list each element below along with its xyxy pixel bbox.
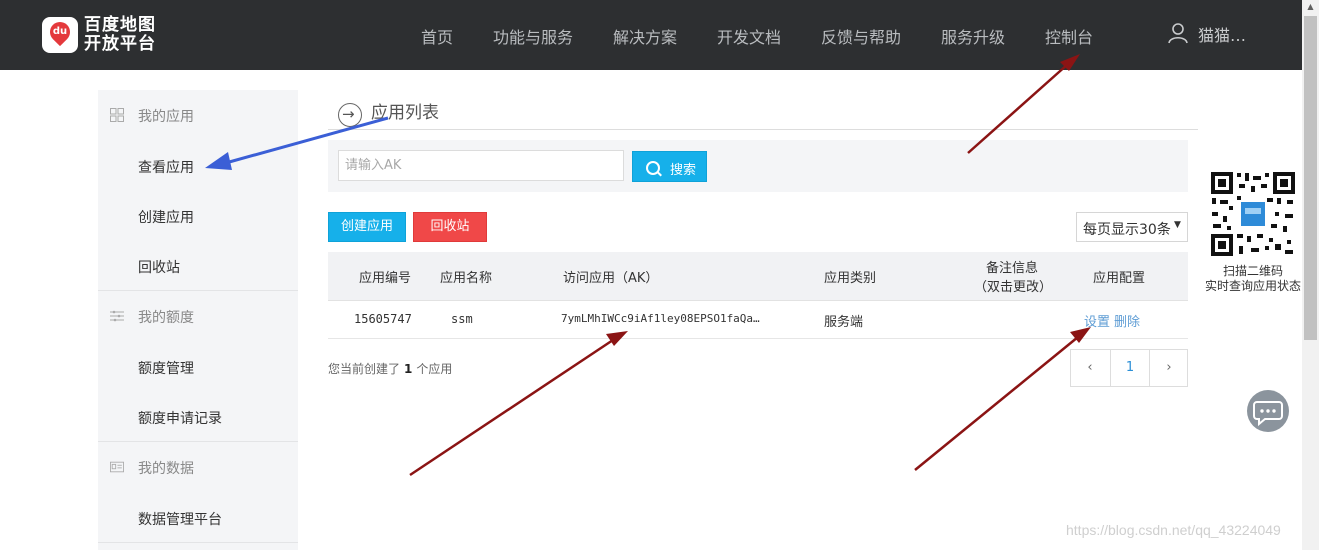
qr-code-icon [1209,170,1297,258]
page-size-select[interactable]: 每页显示30条 ▼ [1076,212,1188,242]
col-config: 应用配置 [1093,271,1146,286]
cell-app-id: 15605747 [354,312,412,326]
col-category: 应用类别 [824,271,877,286]
id-card-icon [110,461,124,473]
sidebar-item-recycle-bin[interactable]: 回收站 [138,257,180,277]
page-size-value: 每页显示30条 [1083,222,1171,238]
sidebar: 我的应用 查看应用 创建应用 回收站 我的额度 额度管理 额度申请记录 我的数据… [98,90,298,550]
recycle-bin-button[interactable]: 回收站 [413,212,487,242]
col-app-name: 应用名称 [440,271,493,286]
red-arrow-to-settings [914,336,1079,471]
pagination: ‹ 1 › [1070,349,1188,387]
next-page-button[interactable]: › [1150,350,1188,386]
sidebar-item-create-app[interactable]: 创建应用 [138,207,194,227]
row-divider [328,338,1188,339]
scroll-up-arrow-icon[interactable]: ▲ [1302,0,1319,14]
qr-caption-line-1: 扫描二维码 [1222,264,1283,278]
nav-features[interactable]: 功能与服务 [493,24,573,48]
baidu-map-logo-icon[interactable]: du [42,17,78,53]
col-app-id: 应用编号 [359,271,412,286]
nav-solutions[interactable]: 解决方案 [613,24,677,48]
search-button[interactable]: 搜索 [632,151,707,182]
logo-line-2: 开放平台 [84,34,156,54]
list-icon [110,310,124,322]
ak-search-input[interactable] [338,150,624,181]
chat-support-button[interactable] [1247,390,1289,432]
settings-link[interactable]: 设置 [1084,311,1110,330]
sidebar-section-my-quota: 我的额度 [98,291,298,341]
title-underline [328,129,1198,130]
qr-caption: 扫描二维码 实时查询应用状态 [1200,264,1306,294]
caret-down-icon: ▼ [1174,220,1181,230]
nav-feedback[interactable]: 反馈与帮助 [821,24,901,48]
nav-home[interactable]: 首页 [421,24,453,48]
user-name[interactable]: 猫猫… [1198,22,1246,46]
sidebar-item-quota-request-log[interactable]: 额度申请记录 [138,408,222,428]
search-button-label: 搜索 [670,163,697,178]
logo-du-mark: du [52,26,68,37]
nav-upgrade[interactable]: 服务升级 [941,24,1005,48]
sidebar-item-view-apps[interactable]: 查看应用 [138,157,194,177]
app-count-summary: 您当前创建了 1 个应用 [328,360,452,377]
create-app-button[interactable]: 创建应用 [328,212,406,242]
cell-ak[interactable]: 7ymLMhIWCc9iAf1ley08EPSO1faQa… [561,312,760,325]
page-number-current[interactable]: 1 [1111,350,1149,386]
qr-caption-line-2: 实时查询应用状态 [1204,279,1301,293]
sidebar-section-title: 我的额度 [138,310,194,326]
summary-suffix: 个应用 [416,362,453,376]
top-nav-bar: du 百度地图 开放平台 首页 功能与服务 解决方案 开发文档 反馈与帮助 服务… [0,0,1302,70]
cell-app-name: ssm [451,312,473,326]
arrow-right-circle-icon [338,103,362,127]
page-title: 应用列表 [371,103,439,123]
watermark-text: https://blog.csdn.net/qq_43224049 [1066,522,1281,538]
logo-line-1: 百度地图 [84,15,156,35]
nav-console[interactable]: 控制台 [1045,24,1093,48]
sidebar-section-title: 我的应用 [138,109,194,125]
summary-prefix: 您当前创建了 [328,362,401,376]
search-icon [646,161,660,175]
sidebar-section-title: 我的数据 [138,461,194,477]
col-note-hint: （双击更改） [974,280,1053,295]
grid-icon [110,108,124,122]
sidebar-item-quota-management[interactable]: 额度管理 [138,358,194,378]
prev-page-button[interactable]: ‹ [1071,350,1109,386]
col-ak: 访问应用（AK） [563,271,659,286]
nav-docs[interactable]: 开发文档 [717,24,781,48]
logo-text[interactable]: 百度地图 开放平台 [84,16,156,54]
sidebar-item-data-platform[interactable]: 数据管理平台 [138,509,222,529]
cell-category: 服务端 [824,315,864,330]
sidebar-section-my-apps: 我的应用 [98,90,298,140]
sidebar-section-my-data: 我的数据 [98,442,298,492]
col-note: 备注信息 [986,261,1039,276]
chat-bubble-icon [1253,401,1283,427]
table-header: 应用编号 应用名称 访问应用（AK） 应用类别 备注信息 （双击更改） 应用配置 [328,252,1188,301]
summary-count: 1 [404,362,413,376]
sidebar-divider [98,542,298,543]
delete-link[interactable]: 删除 [1114,311,1140,330]
user-icon[interactable] [1168,22,1188,44]
